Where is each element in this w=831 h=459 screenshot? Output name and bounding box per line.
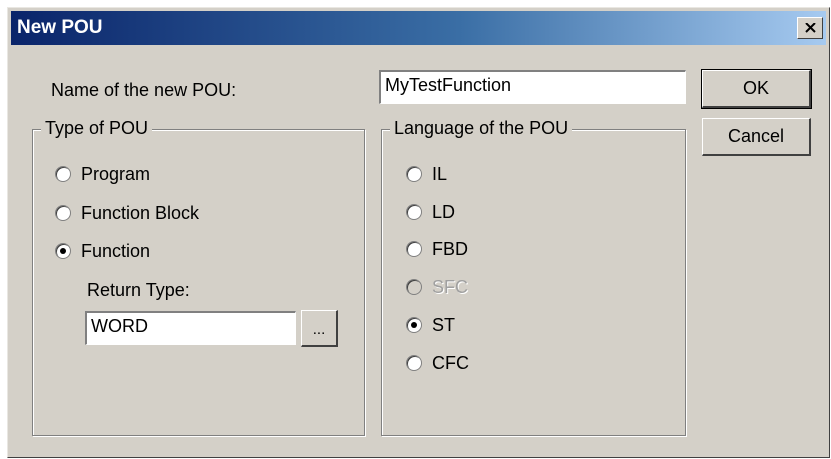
radio-function-button[interactable]	[55, 243, 71, 259]
close-button[interactable]	[797, 17, 823, 39]
cancel-button[interactable]: Cancel	[702, 118, 811, 156]
dialog-title: New POU	[17, 17, 103, 38]
radio-fbd-button[interactable]	[406, 241, 422, 257]
close-x-icon	[805, 23, 816, 33]
radio-function-label[interactable]: Function	[81, 241, 150, 262]
title-bar[interactable]: New POU	[11, 11, 826, 45]
radio-function-block-button[interactable]	[55, 205, 71, 221]
radio-sfc-button	[406, 279, 422, 295]
type-of-pou-group: Type of POU Program Function Block Funct…	[32, 118, 365, 436]
new-pou-dialog: New POU Name of the new POU: MyTestFunct…	[7, 7, 830, 458]
language-of-pou-group: Language of the POU IL LD FBD SFC ST CFC	[381, 118, 686, 436]
radio-cfc-button[interactable]	[406, 355, 422, 371]
radio-il-label[interactable]: IL	[432, 164, 447, 185]
radio-st-label[interactable]: ST	[432, 315, 455, 336]
radio-program-label[interactable]: Program	[81, 164, 150, 185]
name-label: Name of the new POU:	[51, 80, 237, 100]
radio-ld-label[interactable]: LD	[432, 202, 455, 223]
radio-ld-button[interactable]	[406, 204, 422, 220]
radio-function-block-label[interactable]: Function Block	[81, 203, 199, 224]
radio-cfc-label[interactable]: CFC	[432, 353, 469, 374]
return-type-label: Return Type:	[87, 280, 190, 300]
return-type-input[interactable]: WORD	[85, 311, 296, 345]
radio-program-button[interactable]	[55, 166, 71, 182]
radio-il-button[interactable]	[406, 166, 422, 182]
ok-button[interactable]: OK	[701, 69, 812, 109]
radio-st-button[interactable]	[406, 317, 422, 333]
language-of-pou-legend: Language of the POU	[390, 118, 573, 139]
browse-type-button[interactable]: ...	[301, 310, 338, 347]
pou-name-input[interactable]: MyTestFunction	[379, 70, 686, 104]
radio-sfc-label: SFC	[432, 277, 468, 297]
radio-fbd-label[interactable]: FBD	[432, 239, 468, 260]
type-of-pou-legend: Type of POU	[41, 118, 153, 139]
